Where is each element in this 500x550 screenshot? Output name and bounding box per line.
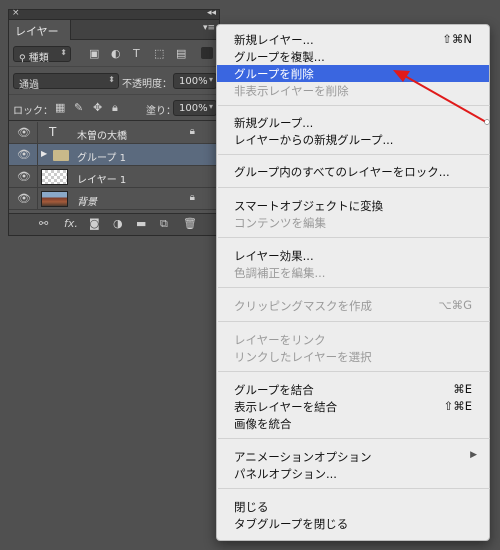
annotation-arrow-head [393, 70, 410, 82]
annotation-arrow-icon [393, 70, 490, 125]
annotation-arrow-line [404, 75, 487, 123]
annotation-dot [484, 119, 490, 125]
